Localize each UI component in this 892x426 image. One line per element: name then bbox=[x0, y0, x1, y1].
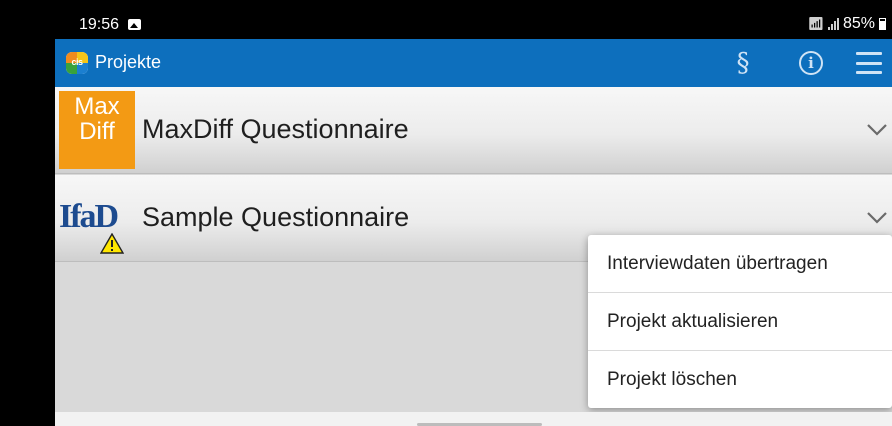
signal-icon bbox=[827, 18, 839, 30]
app-bar: cis Projekte § i bbox=[55, 39, 892, 87]
status-right: 📶︎ 85% bbox=[807, 15, 886, 33]
navigation-bar bbox=[55, 412, 892, 426]
ifad-logo: IfaD bbox=[59, 198, 119, 235]
legal-button[interactable]: § bbox=[725, 39, 761, 87]
menu-item-update-project[interactable]: Projekt aktualisieren bbox=[588, 293, 892, 351]
wifi-icon: 📶︎ bbox=[807, 16, 824, 31]
screen: 19:56 📶︎ 85% cis Projekte § i Max Diff M… bbox=[0, 0, 892, 426]
maxdiff-logo-line2: Diff bbox=[79, 118, 115, 145]
menu-button[interactable] bbox=[851, 39, 887, 87]
maxdiff-logo-line1: Max bbox=[74, 93, 120, 120]
warning-icon bbox=[100, 233, 124, 254]
project-title: Sample Questionnaire bbox=[142, 202, 410, 232]
project-row-maxdiff[interactable]: Max Diff MaxDiff Questionnaire bbox=[55, 87, 892, 174]
status-time: 19:56 bbox=[79, 16, 120, 33]
app-logo-text: cis bbox=[71, 57, 83, 67]
battery-percent: 85% bbox=[842, 15, 875, 32]
menu-item-delete-project[interactable]: Projekt löschen bbox=[588, 351, 892, 408]
maxdiff-logo: Max Diff bbox=[59, 91, 135, 169]
battery-icon bbox=[879, 18, 886, 30]
menu-icon bbox=[856, 52, 882, 74]
menu-item-transfer-interview-data[interactable]: Interviewdaten übertragen bbox=[588, 235, 892, 293]
image-icon bbox=[128, 19, 141, 30]
chevron-down-icon[interactable] bbox=[866, 123, 888, 137]
status-bar: 19:56 📶︎ 85% bbox=[55, 10, 892, 40]
project-title: MaxDiff Questionnaire bbox=[142, 114, 409, 144]
app-logo: cis bbox=[66, 52, 88, 74]
chevron-down-icon[interactable] bbox=[866, 211, 888, 225]
info-icon: i bbox=[799, 51, 823, 75]
project-context-menu: Interviewdaten übertragen Projekt aktual… bbox=[588, 235, 892, 408]
page-title: Projekte bbox=[95, 52, 162, 72]
info-button[interactable]: i bbox=[793, 39, 829, 87]
